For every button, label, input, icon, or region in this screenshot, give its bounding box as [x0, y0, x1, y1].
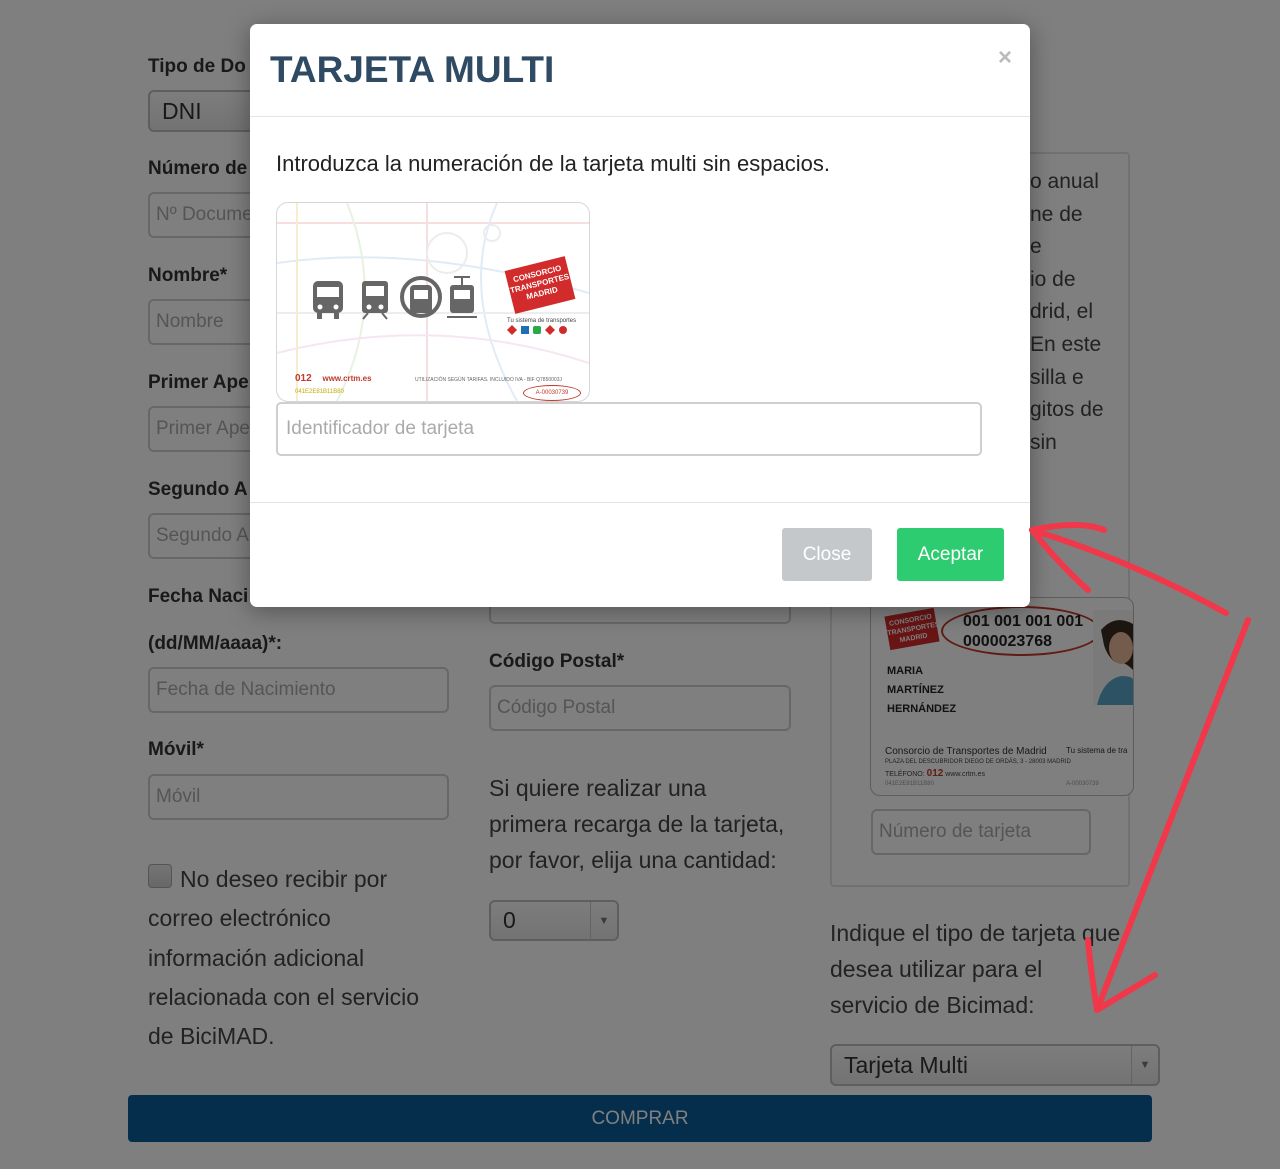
modal-title: TARJETA MULTI: [270, 49, 555, 90]
modal-footer-divider: [250, 502, 1030, 503]
system-text: Tu sistema de transportes: [507, 318, 577, 324]
ctm-phone: 012 www.crtm.es: [295, 373, 372, 384]
web-url: www.crtm.es: [322, 374, 372, 383]
card-usage-text: UTILIZACIÓN SEGÚN TARIFAS. INCLUIDO IVA …: [415, 377, 562, 383]
phone-number: 012: [295, 373, 312, 384]
close-icon[interactable]: ×: [998, 44, 1012, 72]
card-identifier-input[interactable]: Identificador de tarjeta: [276, 402, 982, 456]
transport-icons: [313, 276, 477, 320]
accept-button[interactable]: Aceptar: [897, 528, 1004, 581]
card-chip-code: 041E2E81B11B80: [295, 389, 344, 395]
transport-logos: [507, 325, 567, 335]
card-serial-highlight: A-00030739: [523, 385, 581, 401]
close-button[interactable]: Close: [782, 528, 872, 581]
modal-description: Introduzca la numeración de la tarjeta m…: [276, 151, 830, 176]
modal-header-divider: [250, 116, 1030, 117]
multi-card-image: CONSORCIO TRANSPORTES MADRID Tu sistema …: [276, 202, 590, 402]
tarjeta-multi-modal: TARJETA MULTI × Introduzca la numeración…: [250, 24, 1030, 607]
